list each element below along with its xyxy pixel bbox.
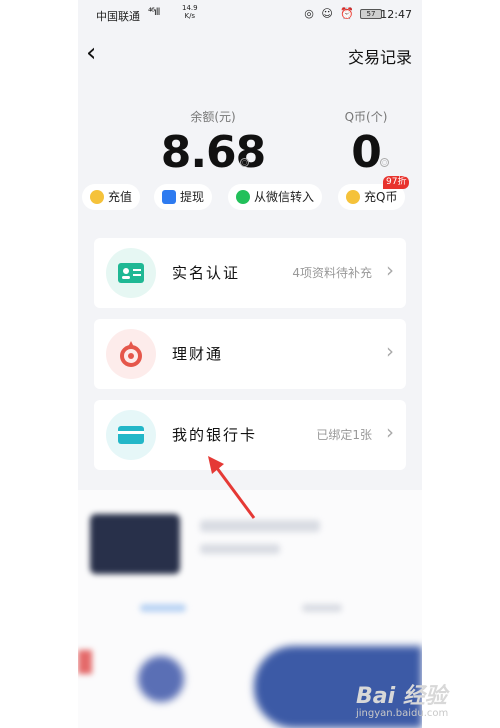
wealth-title: 理财通 <box>172 345 224 363</box>
annotation-arrow-icon <box>208 456 256 519</box>
bank-card-status: 已绑定1张 <box>316 428 372 442</box>
top-bar: ‹ 交易记录 <box>78 34 422 74</box>
real-name-title: 实名认证 <box>172 264 241 282</box>
id-card-icon <box>106 248 156 298</box>
balance-section: 余额(元) 8.68 ○ Q币(个) 0 ○ <box>78 108 422 188</box>
real-name-status: 4项资料待补充 <box>292 266 372 280</box>
chevron-right-icon: › <box>386 258 394 282</box>
baidu-watermark: Bai 经验 jingyan.baidu.com <box>350 676 500 728</box>
back-arrow-icon[interactable]: ‹ <box>86 40 110 66</box>
status-bar: 中国联通 ⁴⁶ıll 14.9 K/s ◎ ☺ ⏰ 57 12:47 <box>78 0 422 30</box>
chevron-right-icon: › <box>386 420 394 444</box>
watermark-logo: Bai 经验 <box>356 684 447 709</box>
bank-card-title: 我的银行卡 <box>172 426 258 444</box>
carrier-name: 中国联通 <box>96 10 140 23</box>
speed-value: 14.9 <box>182 4 198 12</box>
wealth-card[interactable]: 理财通 › <box>94 319 406 389</box>
qcoin-block[interactable]: Q币(个) 0 <box>318 108 414 178</box>
action-row: 充值 提现 从微信转入 充Q币 97折 <box>78 176 422 214</box>
recharge-qcoin-label: 充Q币 <box>364 190 398 204</box>
balance-info-icon: ○ <box>240 158 249 167</box>
blurred-circle <box>138 656 184 702</box>
status-icons: ◎ ☺ ⏰ <box>304 7 356 20</box>
left-margin <box>0 0 78 728</box>
battery-icon: 57 <box>360 9 382 19</box>
signal-icon: ⁴⁶ıll <box>148 7 160 18</box>
wallet-icon <box>162 190 176 204</box>
blurred-tab <box>302 604 342 612</box>
balance-label: 余额(元) <box>190 110 236 124</box>
wechat-transfer-button[interactable]: 从微信转入 <box>228 184 323 210</box>
chevron-right-icon: › <box>386 339 394 363</box>
wechat-transfer-label: 从微信转入 <box>254 190 315 204</box>
right-margin <box>422 0 500 728</box>
discount-badge: 97折 <box>383 176 410 189</box>
network-speed: 14.9 K/s <box>182 4 198 20</box>
blurred-card-image <box>90 514 180 574</box>
recharge-qcoin-button[interactable]: 充Q币 97折 <box>338 176 410 210</box>
blurred-tab <box>140 604 186 612</box>
withdraw-button[interactable]: 提现 <box>154 184 213 210</box>
withdraw-label: 提现 <box>180 190 205 204</box>
balance-value: 8.68 <box>160 127 267 178</box>
qcoin-info-icon: ○ <box>380 158 389 167</box>
balance-block[interactable]: 余额(元) 8.68 <box>148 108 278 178</box>
blurred-text <box>200 544 280 554</box>
speed-unit: K/s <box>184 12 196 20</box>
watermark-url: jingyan.baidu.com <box>356 708 449 719</box>
real-name-card[interactable]: 实名认证 4项资料待补充 › <box>94 238 406 308</box>
coin-icon <box>90 190 104 204</box>
qcoin-label: Q币(个) <box>344 110 388 124</box>
bank-card-icon <box>106 410 156 460</box>
qcoin-value: 0 <box>351 127 382 178</box>
blurred-red-mark <box>78 650 92 674</box>
clock: 12:47 <box>380 8 412 21</box>
recharge-button[interactable]: 充值 <box>82 184 141 210</box>
qcoin-icon <box>346 190 360 204</box>
phone-screen: 中国联通 ⁴⁶ıll 14.9 K/s ◎ ☺ ⏰ 57 12:47 ‹ 交易记… <box>78 0 422 728</box>
wealth-icon <box>106 329 156 379</box>
wechat-icon <box>236 190 250 204</box>
transaction-records-link[interactable]: 交易记录 <box>348 44 412 68</box>
recharge-label: 充值 <box>108 190 133 204</box>
